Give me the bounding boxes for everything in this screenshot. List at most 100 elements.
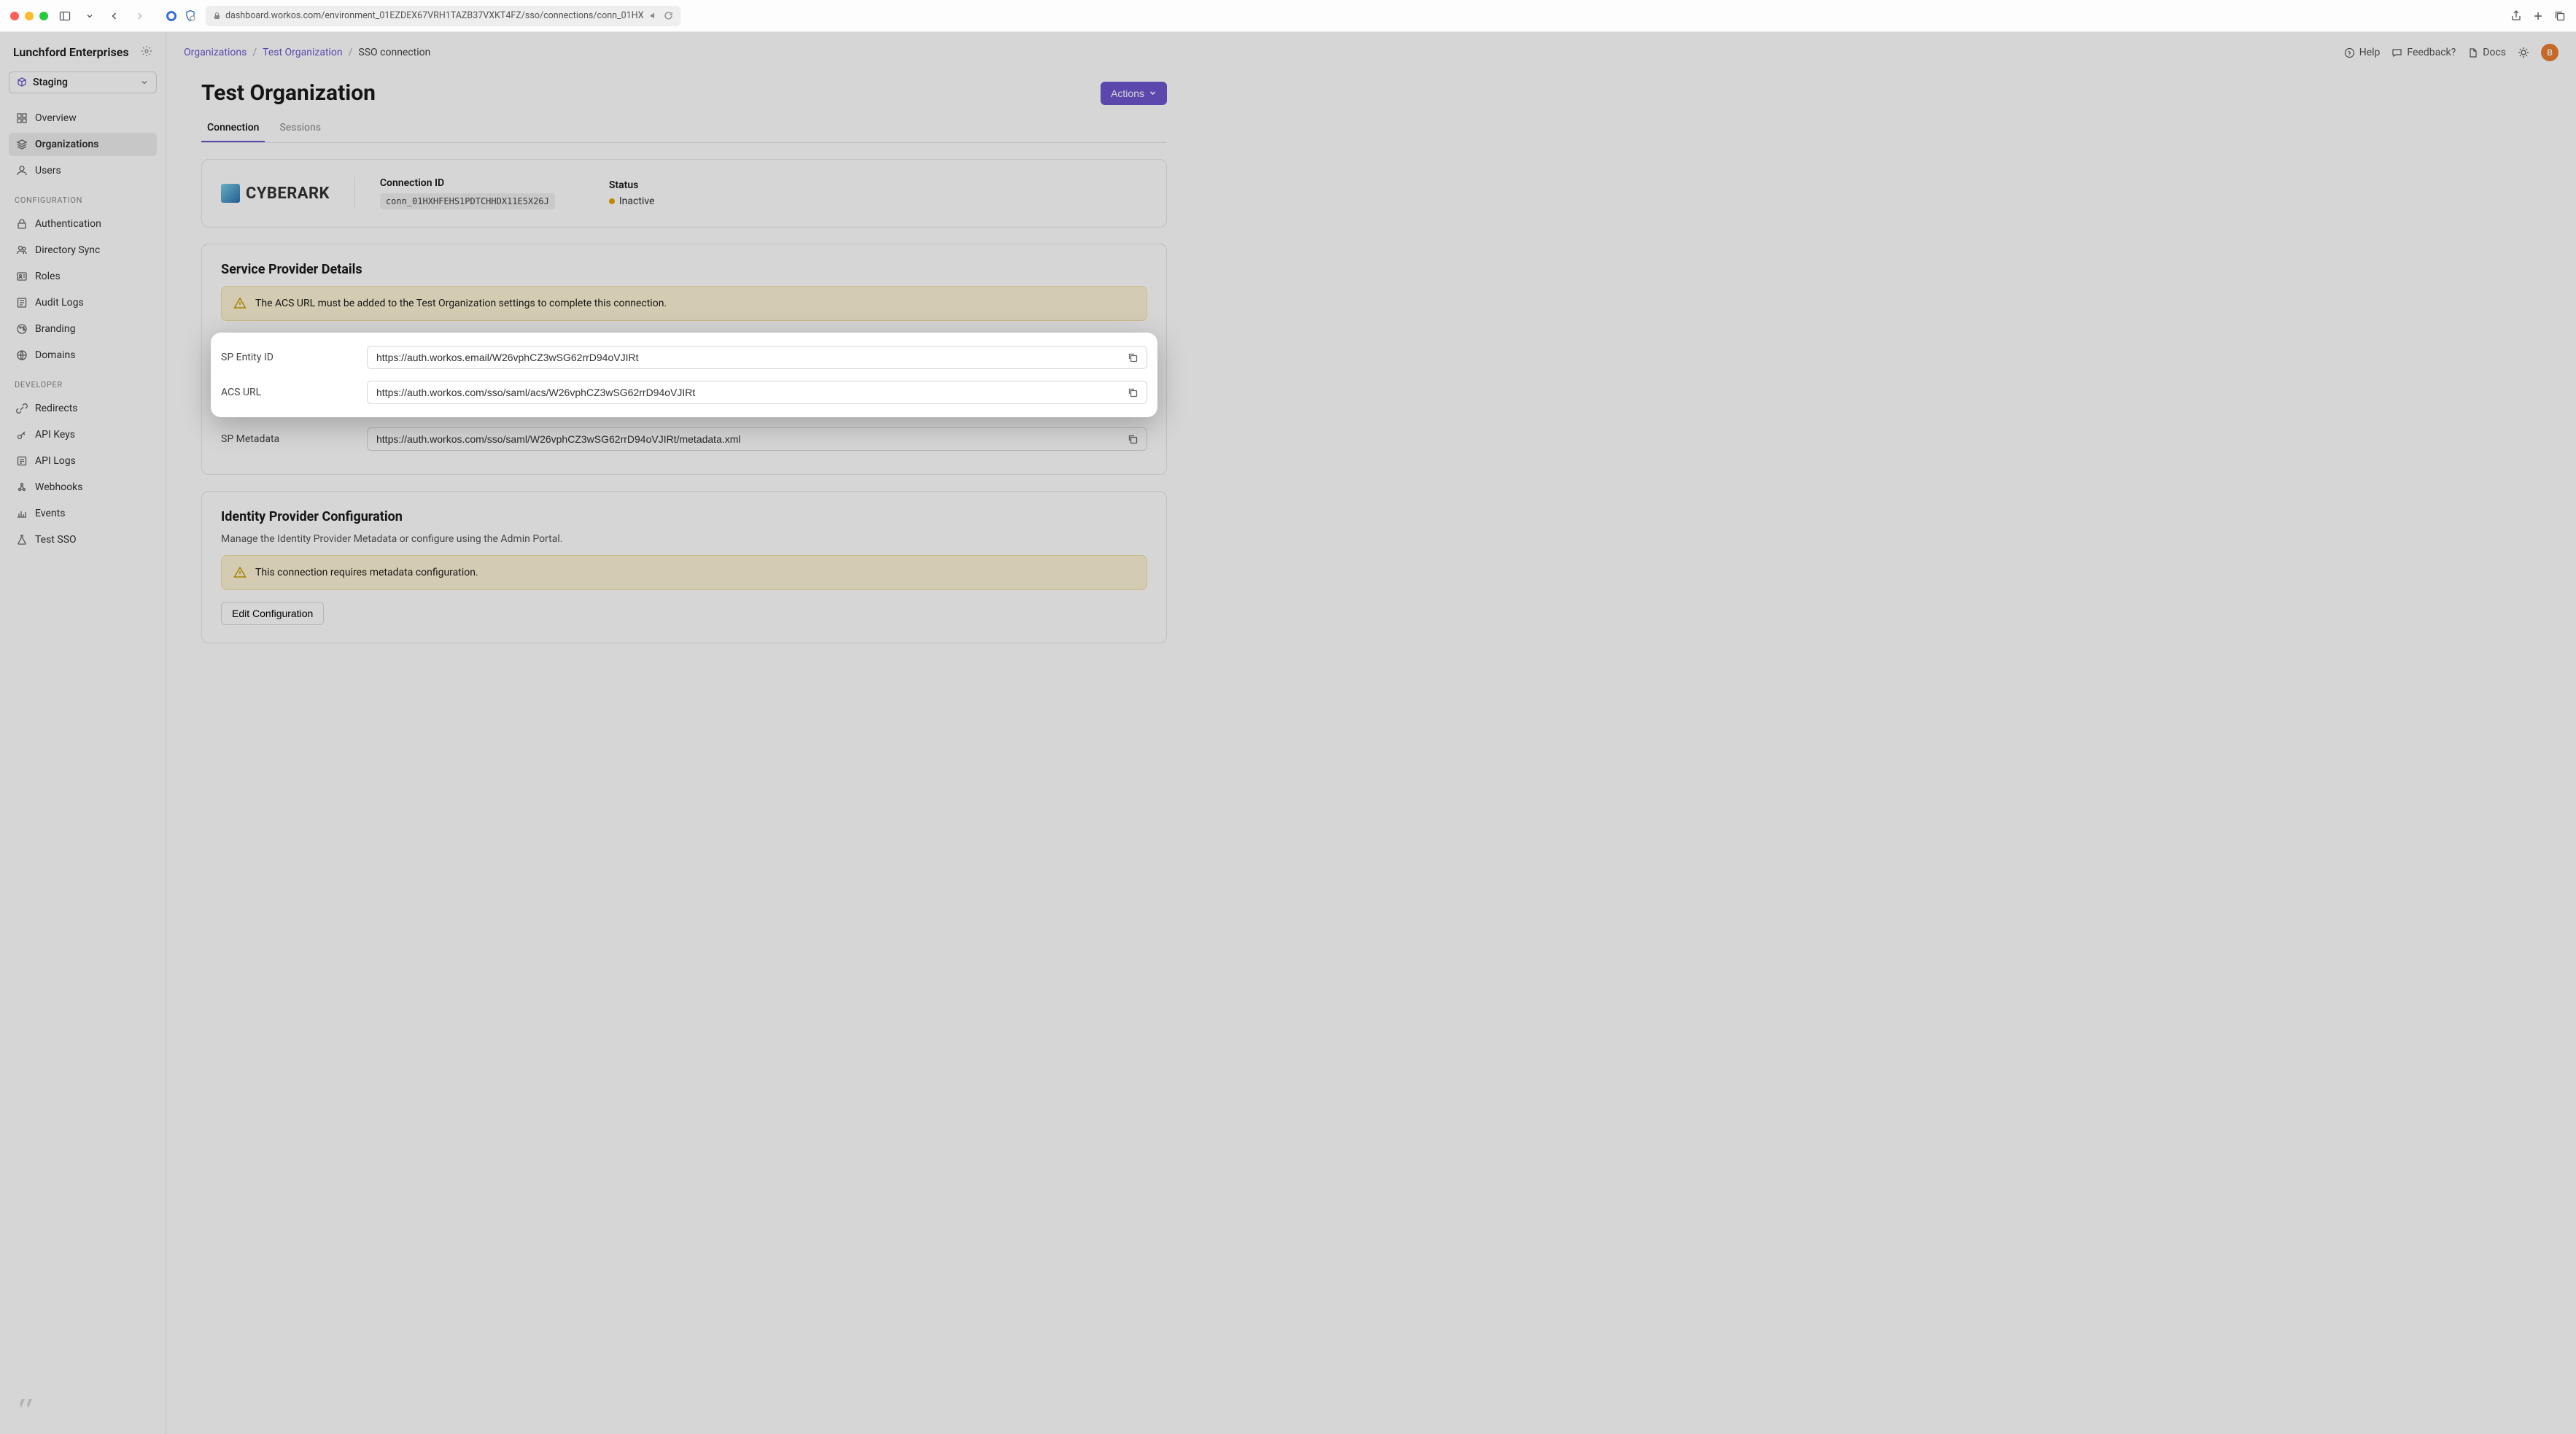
plus-icon[interactable] <box>2532 10 2544 22</box>
sidebar-item-api-keys[interactable]: API Keys <box>9 423 157 446</box>
sidebar-item-label: Webhooks <box>35 481 83 493</box>
sidebar-item-organizations[interactable]: Organizations <box>9 133 157 156</box>
gear-icon[interactable] <box>141 45 152 57</box>
sidebar-item-label: Test SSO <box>35 534 77 546</box>
url-bar[interactable]: dashboard.workos.com/environment_01EZDEX… <box>206 6 680 26</box>
sp-metadata-field[interactable] <box>367 427 1147 451</box>
feedback-link[interactable]: Feedback? <box>2391 47 2456 58</box>
crumb-organizations[interactable]: Organizations <box>184 47 247 58</box>
list-icon <box>16 297 28 309</box>
sp-metadata-label: SP Metadata <box>221 433 352 445</box>
sidebar-item-label: Roles <box>35 271 61 282</box>
layers-icon <box>16 139 28 150</box>
connection-id-label: Connection ID <box>380 177 555 189</box>
idp-card: Identity Provider Configuration Manage t… <box>201 491 1167 643</box>
minimize-icon[interactable] <box>25 12 34 20</box>
chat-icon <box>2391 47 2402 58</box>
close-icon[interactable] <box>10 12 19 20</box>
help-link[interactable]: Help <box>2344 47 2381 58</box>
theme-toggle-icon[interactable] <box>2518 47 2529 58</box>
crumb-current: SSO connection <box>358 47 430 58</box>
url-right-icons <box>648 11 673 20</box>
sidebar-item-label: Users <box>35 165 61 177</box>
help-icon <box>2344 47 2355 58</box>
sidebar-section-configuration: Configuration <box>9 185 157 209</box>
sidebar-item-domains[interactable]: Domains <box>9 344 157 367</box>
id-icon <box>16 271 28 282</box>
avatar[interactable]: B <box>2541 44 2558 61</box>
sp-entity-field[interactable] <box>367 346 1147 369</box>
sidebar-item-redirects[interactable]: Redirects <box>9 397 157 420</box>
audio-icon <box>648 11 658 20</box>
record-icon <box>166 11 176 21</box>
sidebar-item-events[interactable]: Events <box>9 502 157 525</box>
shield-icon <box>184 9 197 23</box>
copy-icon[interactable] <box>1125 384 1141 400</box>
sp-metadata-input[interactable] <box>376 433 1125 445</box>
webhook-icon <box>16 481 28 493</box>
chrome-right <box>2510 10 2566 22</box>
main-content: Organizations / Test Organization / SSO … <box>166 32 2576 1434</box>
users-icon <box>16 244 28 256</box>
lock-icon <box>213 12 221 20</box>
sidebar-item-label: API Logs <box>35 455 76 467</box>
reload-icon[interactable] <box>664 11 673 20</box>
sidebar-item-directory-sync[interactable]: Directory Sync <box>9 239 157 262</box>
environment-label: Staging <box>33 77 68 88</box>
forward-icon[interactable] <box>131 8 147 24</box>
copy-icon[interactable] <box>1125 431 1141 447</box>
actions-button[interactable]: Actions <box>1101 82 1167 105</box>
page-title: Test Organization <box>201 80 376 106</box>
sidebar-item-api-logs[interactable]: API Logs <box>9 449 157 473</box>
acs-url-label: ACS URL <box>221 387 352 398</box>
sidebar-item-label: Overview <box>35 112 77 124</box>
status-value: Inactive <box>609 195 655 207</box>
doc-icon <box>2467 47 2478 58</box>
sidebar-item-authentication[interactable]: Authentication <box>9 212 157 236</box>
environment-select[interactable]: Staging <box>9 71 157 93</box>
tabs-icon[interactable] <box>2554 10 2566 22</box>
copy-icon[interactable] <box>1125 349 1141 365</box>
sp-entity-input[interactable] <box>376 352 1125 363</box>
sidebar-item-label: Authentication <box>35 218 101 230</box>
tab-connection[interactable]: Connection <box>201 115 265 142</box>
sidebar-item-label: Directory Sync <box>35 244 100 256</box>
connection-id-value[interactable]: conn_01HXHFEHS1PDTCHHDX11E5X26J <box>380 193 555 209</box>
sidebar-item-audit-logs[interactable]: Audit Logs <box>9 291 157 314</box>
sidebar: Lunchford Enterprises Staging Overview O… <box>0 32 166 1434</box>
status-label: Status <box>609 179 655 191</box>
sidebar-item-branding[interactable]: Branding <box>9 317 157 341</box>
back-icon[interactable] <box>106 8 123 24</box>
sidebar-item-label: Branding <box>35 323 75 335</box>
url-text: dashboard.workos.com/environment_01EZDEX… <box>225 10 644 21</box>
provider-logo: CYBERARK <box>221 184 330 203</box>
sidebar-item-overview[interactable]: Overview <box>9 106 157 130</box>
idp-desc: Manage the Identity Provider Metadata or… <box>221 533 1147 545</box>
tabs: Connection Sessions <box>201 115 1167 143</box>
sidebar-item-webhooks[interactable]: Webhooks <box>9 476 157 499</box>
sidebar-item-roles[interactable]: Roles <box>9 265 157 288</box>
edit-configuration-button[interactable]: Edit Configuration <box>221 602 324 625</box>
sidebar-toggle-icon[interactable] <box>57 8 73 24</box>
sidebar-section-developer: Developer <box>9 370 157 394</box>
acs-warning-banner: The ACS URL must be added to the Test Or… <box>221 286 1147 321</box>
acs-url-input[interactable] <box>376 387 1125 398</box>
sidebar-item-label: Organizations <box>35 139 98 150</box>
zoom-icon[interactable] <box>39 12 48 20</box>
sidebar-item-users[interactable]: Users <box>9 159 157 182</box>
metadata-warning-text: This connection requires metadata config… <box>255 567 478 578</box>
sp-metadata-row: SP Metadata <box>221 422 1147 457</box>
acs-url-field[interactable] <box>367 381 1147 404</box>
flask-icon <box>16 534 28 546</box>
workos-logo-icon <box>13 1393 152 1416</box>
sidebar-item-test-sso[interactable]: Test SSO <box>9 528 157 551</box>
warning-icon <box>233 297 247 310</box>
sp-heading: Service Provider Details <box>221 262 1147 277</box>
docs-link[interactable]: Docs <box>2467 47 2506 58</box>
tab-sessions[interactable]: Sessions <box>273 115 327 142</box>
crumb-test-organization[interactable]: Test Organization <box>263 47 343 58</box>
chevron-down-icon[interactable] <box>82 8 98 24</box>
share-icon[interactable] <box>2510 10 2522 22</box>
status-dot-icon <box>609 198 615 204</box>
grid-icon <box>16 112 28 124</box>
